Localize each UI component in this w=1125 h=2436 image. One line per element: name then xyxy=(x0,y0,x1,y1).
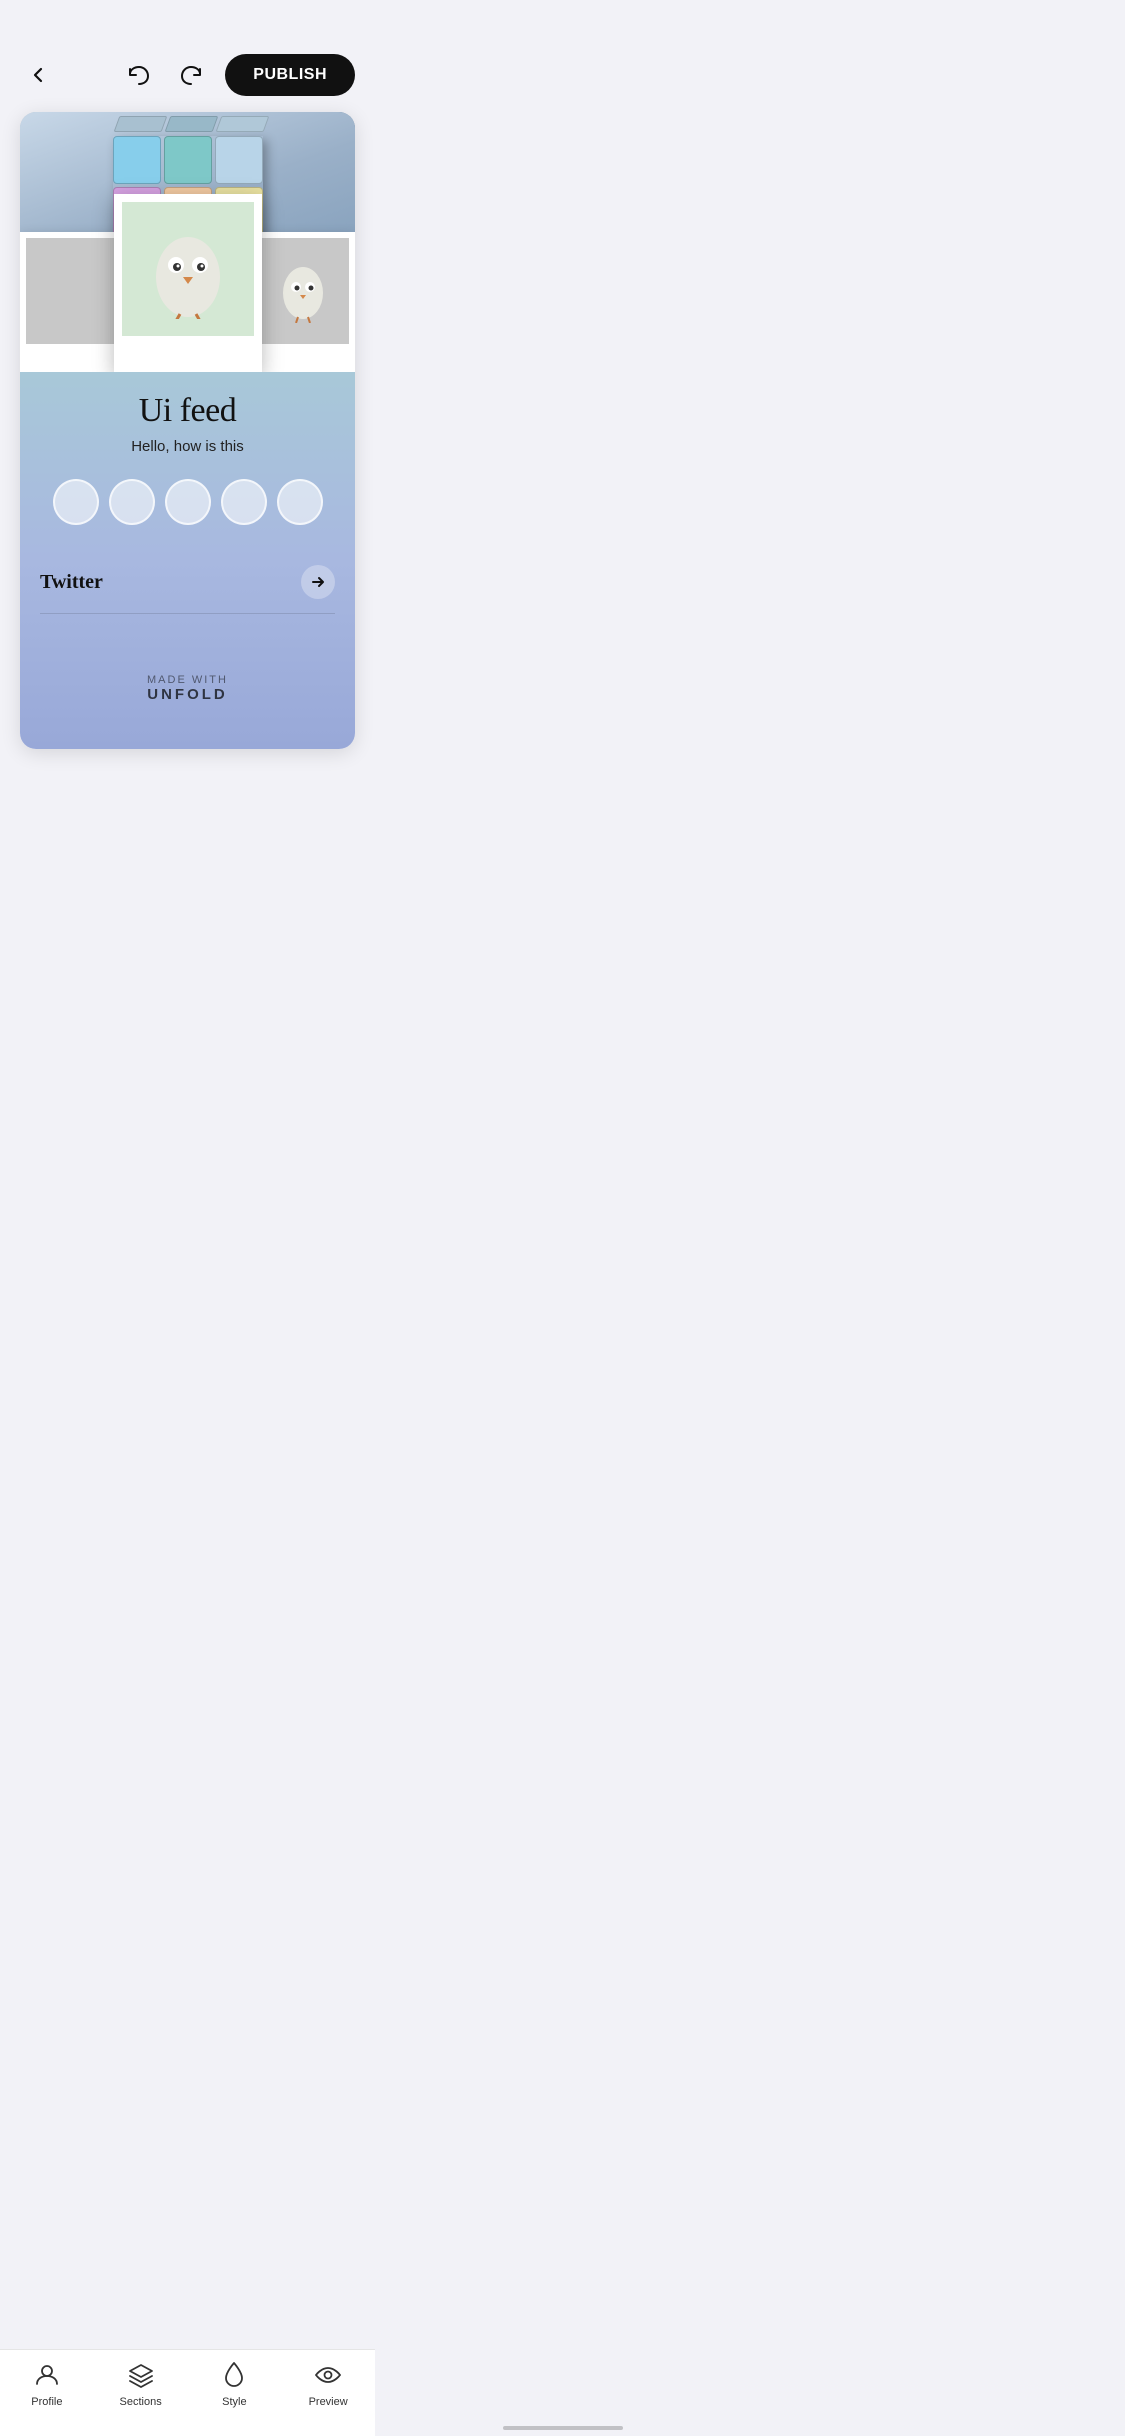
avatar-3[interactable] xyxy=(165,479,211,525)
home-indicator xyxy=(503,2426,623,2430)
nav-style[interactable]: Style xyxy=(199,2360,269,2408)
story-card: Ui feed Hello, how is this Twitter MADE … xyxy=(20,112,355,749)
bottom-nav: Profile Sections Style Preview xyxy=(0,2349,375,2436)
photo-area xyxy=(20,112,355,372)
style-nav-label: Style xyxy=(222,2396,246,2408)
top-bar: PUBLISH xyxy=(0,0,375,112)
made-with: MADE WITH UNFOLD xyxy=(40,674,335,719)
polaroid-center xyxy=(114,194,262,372)
gradient-section: Ui feed Hello, how is this Twitter MADE … xyxy=(20,372,355,749)
undo-button[interactable] xyxy=(121,57,157,93)
made-with-label: MADE WITH xyxy=(40,674,335,686)
avatar-4[interactable] xyxy=(221,479,267,525)
redo-button[interactable] xyxy=(173,57,209,93)
avatar-row xyxy=(40,479,335,525)
twitter-link[interactable]: Twitter xyxy=(40,553,335,614)
profile-subtitle: Hello, how is this xyxy=(40,438,335,455)
profile-nav-label: Profile xyxy=(31,2396,62,2408)
layers-icon xyxy=(126,2360,156,2390)
sections-nav-label: Sections xyxy=(120,2396,162,2408)
nav-profile[interactable]: Profile xyxy=(12,2360,82,2408)
back-button[interactable] xyxy=(20,57,56,93)
drop-icon xyxy=(219,2360,249,2390)
person-icon xyxy=(32,2360,62,2390)
eye-icon xyxy=(313,2360,343,2390)
publish-button[interactable]: PUBLISH xyxy=(225,54,355,96)
nav-sections[interactable]: Sections xyxy=(106,2360,176,2408)
avatar-1[interactable] xyxy=(53,479,99,525)
avatar-5[interactable] xyxy=(277,479,323,525)
profile-title: Ui feed xyxy=(40,392,335,430)
polaroid-right xyxy=(250,232,355,372)
top-bar-left xyxy=(20,57,56,93)
preview-nav-label: Preview xyxy=(309,2396,348,2408)
top-bar-center: PUBLISH xyxy=(121,54,355,96)
nav-preview[interactable]: Preview xyxy=(293,2360,363,2408)
twitter-arrow[interactable] xyxy=(301,565,335,599)
brand-label: UNFOLD xyxy=(40,686,335,703)
polaroid-left xyxy=(20,232,125,372)
twitter-label: Twitter xyxy=(40,571,103,594)
avatar-2[interactable] xyxy=(109,479,155,525)
